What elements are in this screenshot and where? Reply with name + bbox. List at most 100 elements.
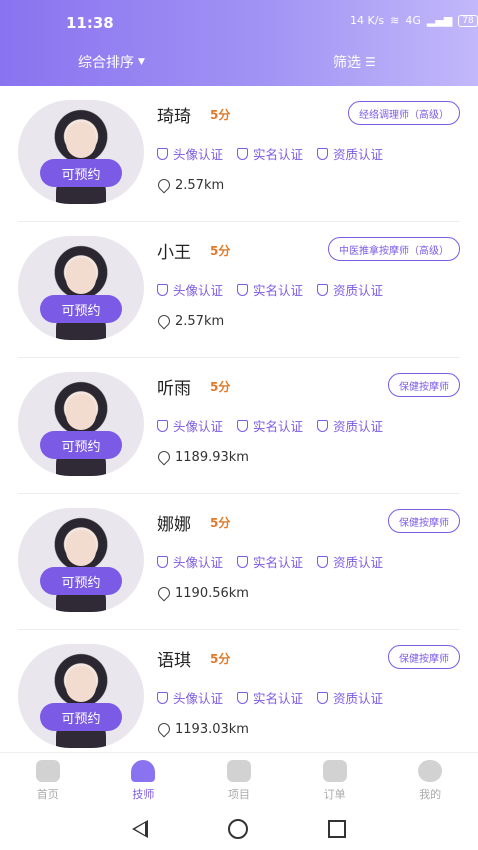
shield-icon — [157, 691, 168, 704]
book-button[interactable]: 可预约 — [40, 159, 122, 187]
book-button[interactable]: 可预约 — [40, 295, 122, 323]
avatar — [18, 372, 144, 476]
technician-name: 小王 — [157, 243, 191, 263]
cert-label: 实名认证 — [253, 691, 304, 706]
avatar — [18, 236, 144, 340]
title-tag: 保健按摩师 — [388, 645, 460, 669]
score: 5分 — [210, 244, 231, 258]
shield-icon — [237, 147, 249, 160]
sort-label: 综合排序 — [78, 55, 134, 71]
realname-cert: 实名认证 — [237, 688, 303, 707]
qualification-cert: 资质认证 — [317, 552, 383, 571]
shield-icon — [317, 419, 329, 432]
wifi-icon: ≋ — [390, 14, 400, 27]
tab-label: 我的 — [419, 787, 442, 801]
distance-value: 1193.03km — [175, 722, 249, 737]
bottom-tab-bar: 首页 技师 项目 订单 我的 — [0, 752, 478, 808]
avatar-cert: 头像认证 — [157, 552, 223, 571]
technician-icon — [131, 759, 156, 782]
avatar — [18, 644, 144, 748]
technician-card[interactable]: 可预约 小王 5分 中医推拿按摩师（高级） 头像认证 实名认证 资质认证 2.5… — [0, 222, 478, 358]
score: 5分 — [210, 516, 231, 530]
caret-down-icon: ▼ — [138, 57, 145, 67]
technician-name: 琦琦 — [157, 107, 191, 127]
technician-card[interactable]: 可预约 语琪 5分 保健按摩师 头像认证 实名认证 资质认证 1193.03km — [0, 630, 478, 752]
location-pin-icon — [157, 451, 169, 465]
location-pin-icon — [157, 179, 169, 193]
recent-apps-icon[interactable] — [328, 820, 346, 838]
home-circle-icon[interactable] — [228, 819, 248, 839]
book-button[interactable]: 可预约 — [40, 431, 122, 459]
cert-label: 头像认证 — [173, 147, 224, 162]
filter-icon: ☰ — [365, 55, 376, 69]
realname-cert: 实名认证 — [237, 144, 303, 163]
title-tag: 保健按摩师 — [388, 373, 460, 397]
system-nav-bar — [0, 808, 478, 850]
signal-icon: ▂▄▆ — [426, 14, 453, 27]
home-icon — [35, 759, 60, 782]
technician-card[interactable]: 可预约 娜娜 5分 保健按摩师 头像认证 实名认证 资质认证 1190.56km — [0, 494, 478, 630]
distance: 1193.03km — [157, 722, 249, 737]
qualification-cert: 资质认证 — [317, 416, 383, 435]
book-button[interactable]: 可预约 — [40, 703, 122, 731]
shield-icon — [317, 147, 329, 160]
book-button[interactable]: 可预约 — [40, 567, 122, 595]
cert-label: 资质认证 — [333, 147, 384, 162]
filter-label: 筛选 — [333, 55, 361, 71]
status-time: 11:38 — [66, 14, 114, 32]
cert-row: 头像认证 实名认证 资质认证 — [157, 416, 383, 435]
cert-row: 头像认证 实名认证 资质认证 — [157, 552, 383, 571]
shield-icon — [157, 419, 168, 432]
avatar-cert: 头像认证 — [157, 688, 223, 707]
cert-label: 资质认证 — [333, 555, 384, 570]
cert-label: 实名认证 — [253, 147, 304, 162]
order-icon — [322, 759, 347, 782]
network-speed: 14 K/s — [350, 14, 385, 27]
status-icons: 14 K/s ≋ 4G ▂▄▆ 78 — [350, 14, 478, 27]
cert-label: 头像认证 — [173, 283, 224, 298]
tab-profile[interactable]: 我的 — [382, 753, 478, 808]
sort-dropdown[interactable]: 综合排序 ▼ — [78, 52, 145, 72]
tab-technician[interactable]: 技师 — [96, 753, 192, 808]
avatar-cert: 头像认证 — [157, 416, 223, 435]
shield-icon — [237, 691, 249, 704]
technician-list[interactable]: 可预约 琦琦 5分 经络调理师（高级） 头像认证 实名认证 资质认证 2.57k… — [0, 86, 478, 752]
project-icon — [226, 759, 251, 782]
top-header: 11:38 14 K/s ≋ 4G ▂▄▆ 78 综合排序 ▼ 筛选 ☰ — [0, 0, 478, 86]
cert-label: 实名认证 — [253, 283, 304, 298]
tab-label: 订单 — [323, 787, 346, 801]
cert-label: 头像认证 — [173, 691, 224, 706]
tab-label: 首页 — [36, 787, 59, 801]
location-pin-icon — [157, 315, 169, 329]
distance: 1190.56km — [157, 586, 249, 601]
cert-label: 实名认证 — [253, 555, 304, 570]
shield-icon — [157, 555, 168, 568]
distance: 2.57km — [157, 178, 224, 193]
qualification-cert: 资质认证 — [317, 688, 383, 707]
technician-card[interactable]: 可预约 听雨 5分 保健按摩师 头像认证 实名认证 资质认证 1189.93km — [0, 358, 478, 494]
signal-label: 4G — [405, 14, 421, 27]
cert-label: 资质认证 — [333, 419, 384, 434]
cert-label: 资质认证 — [333, 691, 384, 706]
technician-card[interactable]: 可预约 琦琦 5分 经络调理师（高级） 头像认证 实名认证 资质认证 2.57k… — [0, 86, 478, 222]
back-icon[interactable] — [132, 820, 148, 838]
cert-label: 头像认证 — [173, 419, 224, 434]
shield-icon — [237, 283, 249, 296]
technician-name: 听雨 — [157, 379, 191, 399]
tab-order[interactable]: 订单 — [287, 753, 383, 808]
realname-cert: 实名认证 — [237, 280, 303, 299]
location-pin-icon — [157, 587, 169, 601]
cert-row: 头像认证 实名认证 资质认证 — [157, 144, 383, 163]
technician-name: 语琪 — [157, 651, 191, 671]
tab-project[interactable]: 项目 — [191, 753, 287, 808]
filter-button[interactable]: 筛选 ☰ — [333, 52, 376, 72]
score: 5分 — [210, 652, 231, 666]
shield-icon — [157, 147, 168, 160]
tab-label: 技师 — [132, 787, 155, 801]
realname-cert: 实名认证 — [237, 416, 303, 435]
score: 5分 — [210, 108, 231, 122]
distance: 1189.93km — [157, 450, 249, 465]
location-pin-icon — [157, 723, 169, 737]
avatar-cert: 头像认证 — [157, 280, 223, 299]
tab-home[interactable]: 首页 — [0, 753, 96, 808]
